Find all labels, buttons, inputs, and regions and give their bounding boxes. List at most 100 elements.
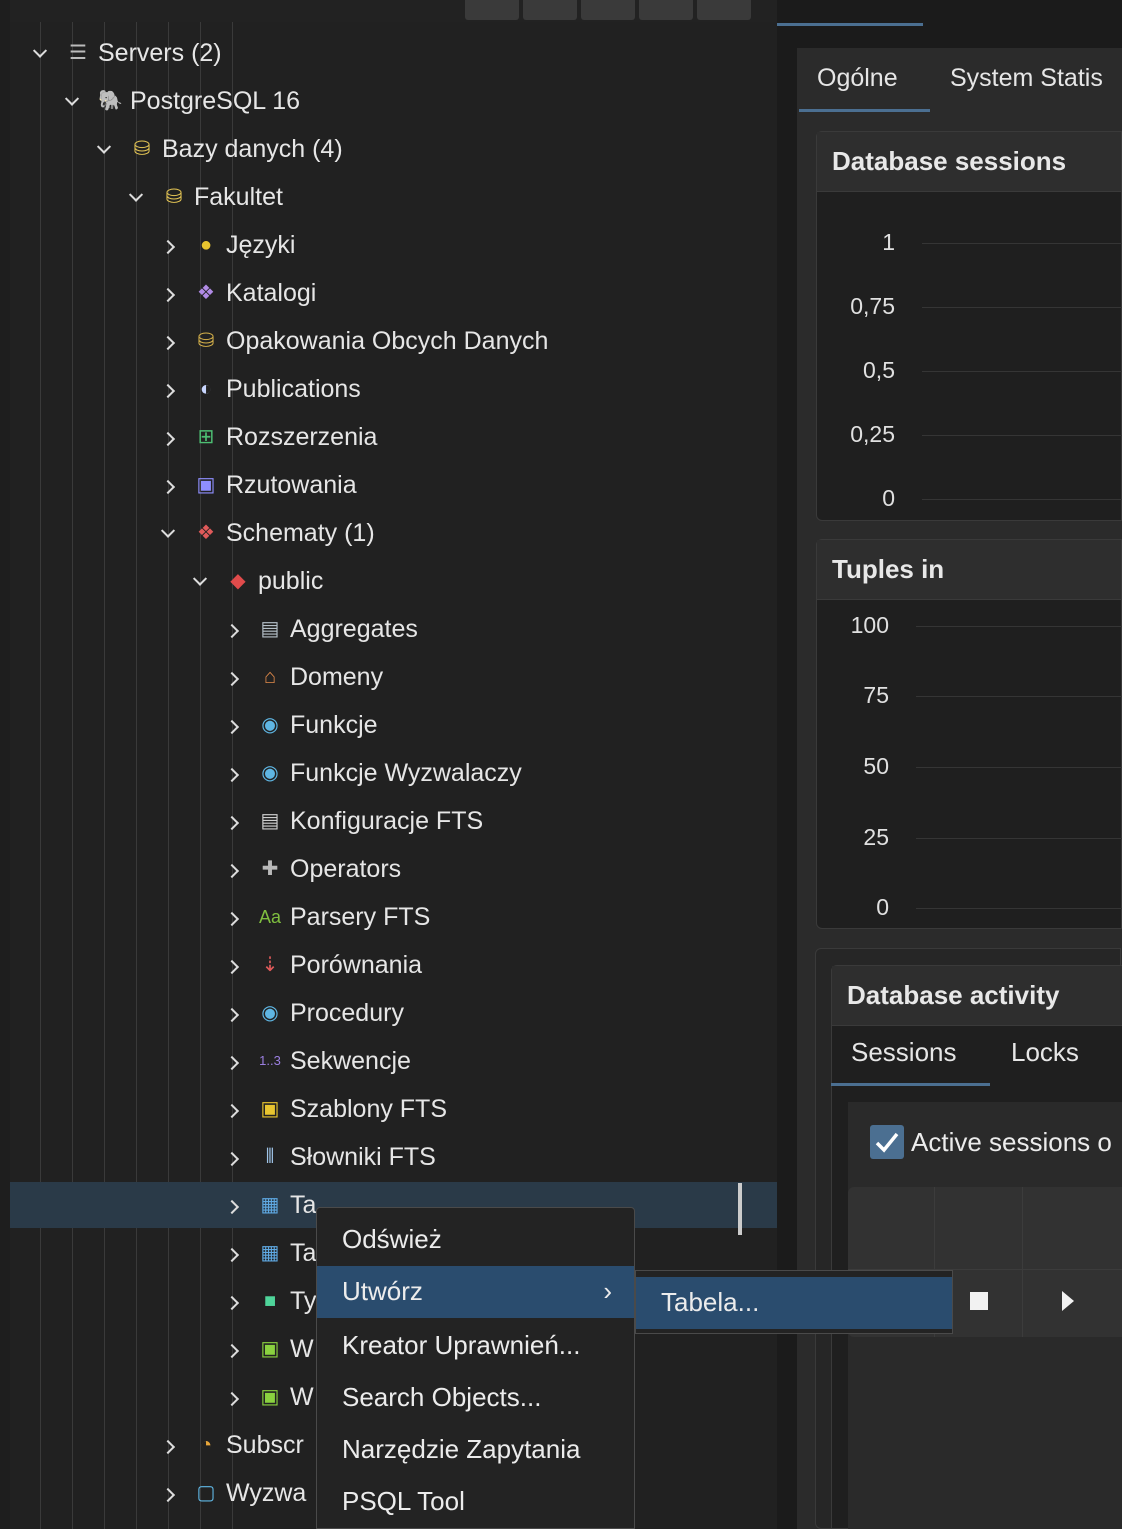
tab-system-statistics[interactable]: System Statis — [950, 48, 1103, 112]
chevron-right-icon[interactable] — [222, 1086, 242, 1132]
chevron-right-icon[interactable] — [158, 414, 178, 460]
chevron-right-icon[interactable] — [222, 1278, 242, 1324]
procedure-icon: ◉ — [261, 1002, 279, 1024]
tree-item-label: Porównania — [290, 951, 423, 979]
chevron-down-icon[interactable] — [126, 174, 146, 220]
chevron-down-icon[interactable] — [30, 30, 50, 76]
chevron-right-icon[interactable] — [158, 462, 178, 508]
object-explorer-toolbar — [10, 0, 777, 22]
tree-item-label: Aggregates — [290, 615, 418, 643]
y-tick-label: 0,5 — [863, 357, 895, 383]
menu-item-label: Kreator Uprawnień... — [342, 1330, 581, 1360]
tree-item[interactable]: ⛁ Opakowania Obcych Danych — [10, 318, 777, 364]
view-data-button[interactable] — [523, 0, 577, 20]
chevron-right-icon[interactable] — [222, 750, 242, 796]
chevron-right-icon[interactable] — [222, 798, 242, 844]
tab-locks[interactable]: Locks — [1011, 1022, 1079, 1086]
chevron-right-icon[interactable] — [222, 654, 242, 700]
menu-item-query-tool[interactable]: Narzędzie Zapytania — [317, 1424, 634, 1476]
tree-item-label: Rzutowania — [226, 471, 357, 499]
stop-icon[interactable] — [970, 1292, 988, 1310]
chevron-down-icon[interactable] — [62, 78, 82, 124]
submenu-item-table[interactable]: Tabela... — [636, 1277, 952, 1329]
chevron-right-icon[interactable] — [222, 606, 242, 652]
menu-item-refresh[interactable]: Odśwież — [317, 1214, 634, 1266]
tree-item-label: Szablony FTS — [290, 1095, 448, 1123]
tree-item[interactable]: ● Języki — [10, 222, 777, 268]
tree-item[interactable]: ⫴ Słowniki FTS — [10, 1134, 777, 1180]
tab-general[interactable]: Ogólne — [799, 48, 930, 112]
chevron-right-icon[interactable] — [222, 1182, 242, 1228]
menu-item-grant-wizard[interactable]: Kreator Uprawnień... — [317, 1320, 634, 1372]
tree-item[interactable]: ◐ Publications — [10, 366, 777, 412]
tree-item[interactable]: ❖ Schematy (1) — [10, 510, 777, 556]
chevron-right-icon[interactable] — [222, 894, 242, 940]
tab-sessions[interactable]: Sessions — [831, 1022, 990, 1086]
tree-item-label: Schematy (1) — [226, 519, 375, 547]
chevron-right-icon[interactable] — [158, 1470, 178, 1516]
publication-icon: ◐ — [199, 378, 213, 400]
tree-item[interactable]: ◉ Funkcje Wyzwalaczy — [10, 750, 777, 796]
chevron-right-icon[interactable] — [222, 702, 242, 748]
card-title: Database activity — [832, 966, 1122, 1026]
fts-configuration-icon: ▤ — [260, 810, 280, 832]
active-sessions-checkbox[interactable] — [870, 1125, 904, 1159]
chevron-down-icon[interactable] — [158, 510, 178, 556]
menu-item-search-objects[interactable]: Search Objects... — [317, 1372, 634, 1424]
tree-item[interactable]: ▤ Aggregates — [10, 606, 777, 652]
dashboard-active-top-tab[interactable] — [777, 0, 923, 26]
y-tick-label: 75 — [863, 682, 889, 708]
tree-item[interactable]: ✚ Operators — [10, 846, 777, 892]
chevron-right-icon[interactable] — [158, 366, 178, 412]
psql-button[interactable] — [697, 0, 751, 20]
tree-item[interactable]: ☰ Servers (2) — [10, 30, 777, 76]
menu-item-create[interactable]: Utwórz › — [317, 1266, 634, 1318]
view-icon: ▣ — [260, 1338, 280, 1360]
tree-item[interactable]: ◉ Funkcje — [10, 702, 777, 748]
grid-line — [916, 908, 1122, 909]
chevron-down-icon[interactable] — [190, 558, 210, 604]
tree-item[interactable]: ▤ Konfiguracje FTS — [10, 798, 777, 844]
y-tick-label: 50 — [863, 753, 889, 779]
filter-button[interactable] — [581, 0, 635, 20]
tree-item[interactable]: ❖ Katalogi — [10, 270, 777, 316]
search-button[interactable] — [639, 0, 693, 20]
tree-item[interactable]: ⊞ Rozszerzenia — [10, 414, 777, 460]
tree-item[interactable]: ⛁ Fakultet — [10, 174, 777, 220]
grid-line — [922, 371, 1122, 372]
tree-item[interactable]: 🐘 PostgreSQL 16 — [10, 78, 777, 124]
tree-item[interactable]: Aa Parsery FTS — [10, 894, 777, 940]
chevron-right-icon[interactable] — [222, 1230, 242, 1276]
chevron-right-icon[interactable] — [222, 1326, 242, 1372]
tree-item[interactable]: 1..3 Sekwencje — [10, 1038, 777, 1084]
tree-item-label: PostgreSQL 16 — [130, 87, 301, 115]
query-tool-button[interactable] — [465, 0, 519, 20]
tree-scrollbar-thumb[interactable] — [738, 1183, 742, 1235]
menu-item-label: Narzędzie Zapytania — [342, 1434, 581, 1464]
chevron-right-icon[interactable] — [158, 222, 178, 268]
chevron-right-icon[interactable] — [222, 846, 242, 892]
tree-item[interactable]: ◉ Procedury — [10, 990, 777, 1036]
tree-item-label: Konfiguracje FTS — [290, 807, 484, 835]
check-icon — [875, 1132, 899, 1153]
chevron-right-icon[interactable] — [222, 1134, 242, 1180]
tree-item-label: Ty — [290, 1287, 317, 1315]
menu-item-psql-tool[interactable]: PSQL Tool — [317, 1476, 634, 1528]
tree-item[interactable]: ▣ Szablony FTS — [10, 1086, 777, 1132]
chevron-right-icon[interactable] — [222, 1374, 242, 1420]
chevron-right-icon[interactable] — [158, 270, 178, 316]
tree-item[interactable]: ▣ Rzutowania — [10, 462, 777, 508]
play-icon[interactable] — [1062, 1291, 1074, 1311]
chevron-down-icon[interactable] — [94, 126, 114, 172]
tree-item[interactable]: ◆ public — [10, 558, 777, 604]
chevron-right-icon[interactable] — [222, 1038, 242, 1084]
tree-item[interactable]: ⇣ Porównania — [10, 942, 777, 988]
tree-item[interactable]: ⌂ Domeny — [10, 654, 777, 700]
tree-item[interactable]: ⛁ Bazy danych (4) — [10, 126, 777, 172]
chevron-right-icon[interactable] — [158, 318, 178, 364]
chevron-right-icon[interactable] — [222, 990, 242, 1036]
database-sessions-card: Database sessions — [816, 131, 1122, 521]
tree-item-label: Bazy danych (4) — [162, 135, 343, 163]
chevron-right-icon[interactable] — [222, 942, 242, 988]
chevron-right-icon[interactable] — [158, 1422, 178, 1468]
